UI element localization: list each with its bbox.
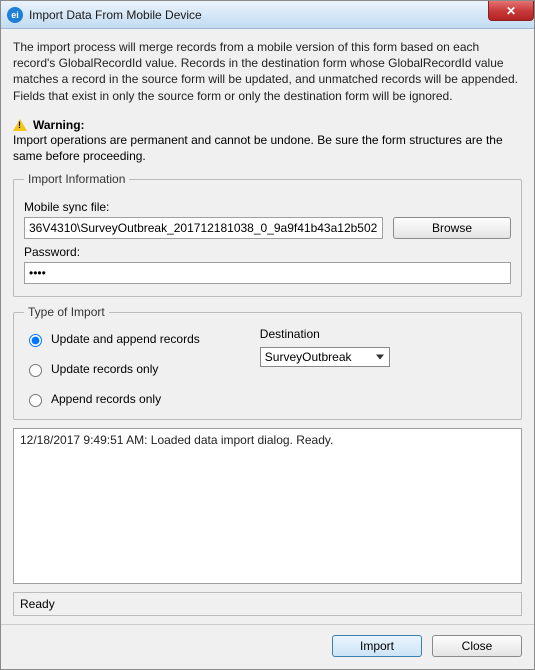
mobile-sync-file-input[interactable] [24, 217, 383, 239]
window-title: Import Data From Mobile Device [29, 8, 202, 22]
password-label: Password: [24, 245, 511, 259]
radio-update-only[interactable]: Update records only [24, 361, 200, 377]
radio-update-append-label: Update and append records [51, 332, 200, 346]
radio-update-only-input[interactable] [29, 364, 42, 377]
close-button[interactable]: Close [432, 635, 522, 657]
warning-header: Warning: [13, 118, 522, 132]
warning-label: Warning: [33, 118, 85, 132]
destination-select[interactable]: SurveyOutbreak [260, 347, 390, 367]
radio-append-only-input[interactable] [29, 394, 42, 407]
import-information-legend: Import Information [24, 172, 129, 186]
radio-update-append-input[interactable] [29, 334, 42, 347]
content-area: The import process will merge records fr… [1, 29, 534, 624]
window-close-button[interactable]: ✕ [488, 1, 534, 21]
browse-button[interactable]: Browse [393, 217, 511, 239]
type-of-import-group: Type of Import Update and append records… [13, 305, 522, 420]
dialog-footer: Import Close [1, 624, 534, 669]
radio-append-only[interactable]: Append records only [24, 391, 200, 407]
import-button[interactable]: Import [332, 635, 422, 657]
close-icon: ✕ [506, 4, 516, 18]
app-icon: ei [7, 7, 23, 23]
destination-value: SurveyOutbreak [265, 350, 352, 364]
password-input[interactable] [24, 262, 511, 284]
type-of-import-legend: Type of Import [24, 305, 109, 319]
radio-update-append[interactable]: Update and append records [24, 331, 200, 347]
titlebar: ei Import Data From Mobile Device ✕ [1, 1, 534, 29]
import-dialog: ei Import Data From Mobile Device ✕ The … [0, 0, 535, 670]
mobile-sync-file-label: Mobile sync file: [24, 200, 511, 214]
destination-label: Destination [260, 327, 511, 341]
radio-append-only-label: Append records only [51, 392, 161, 406]
warning-text: Import operations are permanent and cann… [13, 132, 522, 164]
intro-text: The import process will merge records fr… [13, 39, 522, 104]
status-bar: Ready [13, 592, 522, 616]
import-information-group: Import Information Mobile sync file: Bro… [13, 172, 522, 297]
radio-update-only-label: Update records only [51, 362, 158, 376]
warning-icon [13, 119, 27, 131]
log-output[interactable]: 12/18/2017 9:49:51 AM: Loaded data impor… [13, 428, 522, 584]
